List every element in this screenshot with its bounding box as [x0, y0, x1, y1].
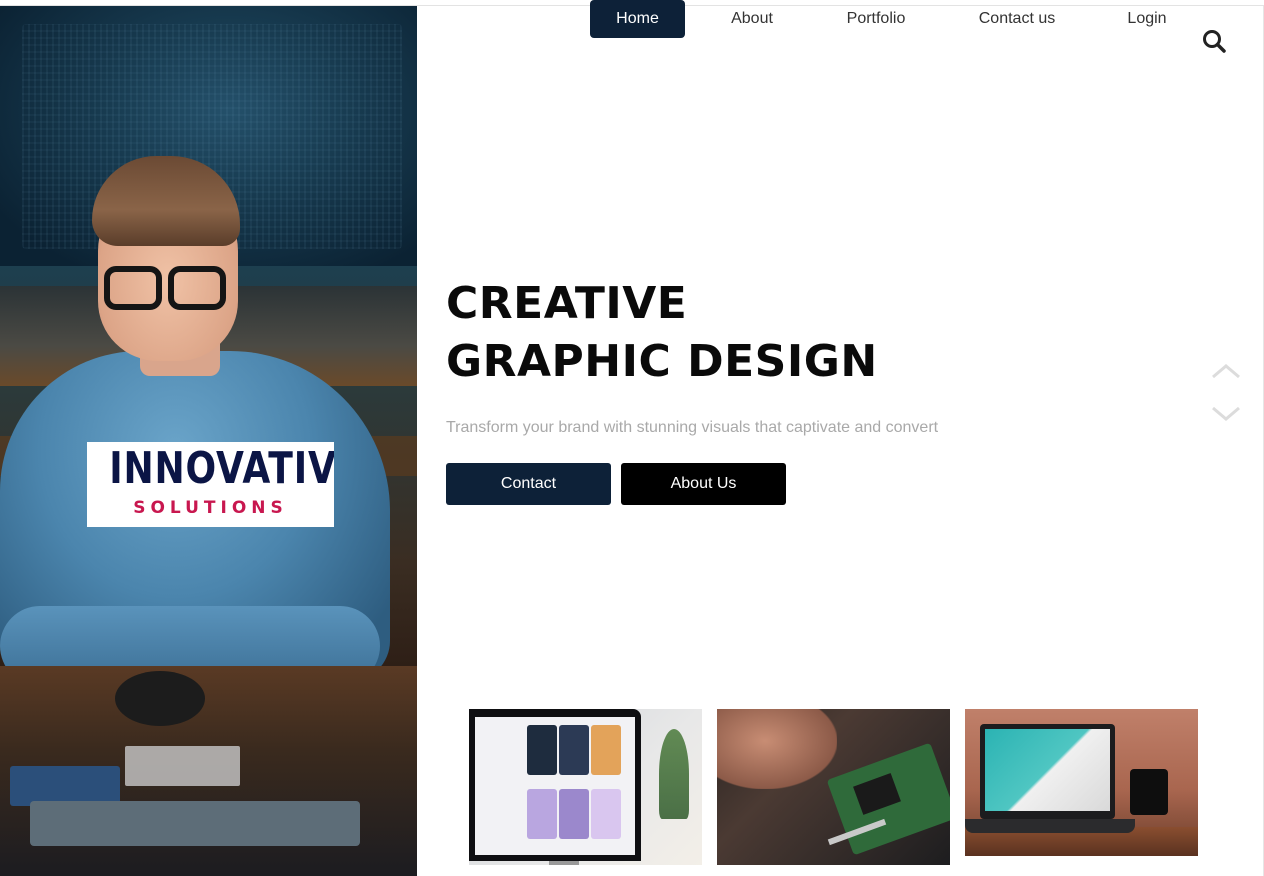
brand-logo: INNOVATIVE SOLUTIONS	[87, 442, 334, 527]
about-us-button[interactable]: About Us	[621, 463, 786, 505]
nav-contact-us[interactable]: Contact us	[968, 0, 1066, 38]
nav-login[interactable]: Login	[1115, 0, 1179, 38]
portfolio-thumbnail-website[interactable]	[965, 709, 1198, 856]
thumbnail-hand	[717, 709, 837, 789]
glasses-right-lens	[168, 266, 226, 310]
chevron-down-icon[interactable]	[1210, 403, 1242, 425]
nav-home[interactable]: Home	[590, 0, 685, 38]
app-mockup-card	[527, 789, 557, 839]
thumbnail-laptop-base	[965, 819, 1135, 833]
app-mockup-card	[591, 789, 621, 839]
hero-subtitle: Transform your brand with stunning visua…	[446, 419, 939, 436]
contact-button[interactable]: Contact	[446, 463, 611, 505]
chevron-up-icon[interactable]	[1210, 360, 1242, 382]
portfolio-thumbnail-app-design[interactable]	[469, 709, 702, 865]
desk-component	[115, 671, 205, 726]
logo-tagline: SOLUTIONS	[133, 498, 288, 518]
thumbnail-monitor-stand	[549, 861, 579, 865]
thumbnail-mug	[1130, 769, 1168, 815]
thumbnail-monitor-screen	[475, 717, 635, 855]
logo-wordmark: INNOVATIVE	[109, 443, 334, 494]
thumbnail-plant	[659, 729, 689, 819]
desk-circuit-board	[10, 766, 120, 806]
portfolio-thumbnail-electronics[interactable]	[717, 709, 950, 865]
hero-title-line-2: GRAPHIC DESIGN	[446, 336, 878, 387]
desk-display-module	[125, 746, 240, 786]
app-mockup-card	[559, 789, 589, 839]
hero-photo	[0, 6, 417, 876]
hero-title-line-1: CREATIVE	[446, 278, 688, 329]
app-mockup-card	[527, 725, 557, 775]
search-icon[interactable]	[1200, 27, 1228, 55]
thumbnail-laptop-screen	[985, 729, 1110, 811]
app-mockup-card	[559, 725, 589, 775]
thumbnail-monitor	[469, 709, 641, 861]
app-mockup-card	[591, 725, 621, 775]
nav-portfolio[interactable]: Portfolio	[830, 0, 922, 38]
desk-keyboard-board	[30, 801, 360, 846]
nav-about[interactable]: About	[712, 0, 792, 38]
hero-title: CREATIVE GRAPHIC DESIGN	[446, 275, 1006, 391]
glasses-left-lens	[104, 266, 162, 310]
